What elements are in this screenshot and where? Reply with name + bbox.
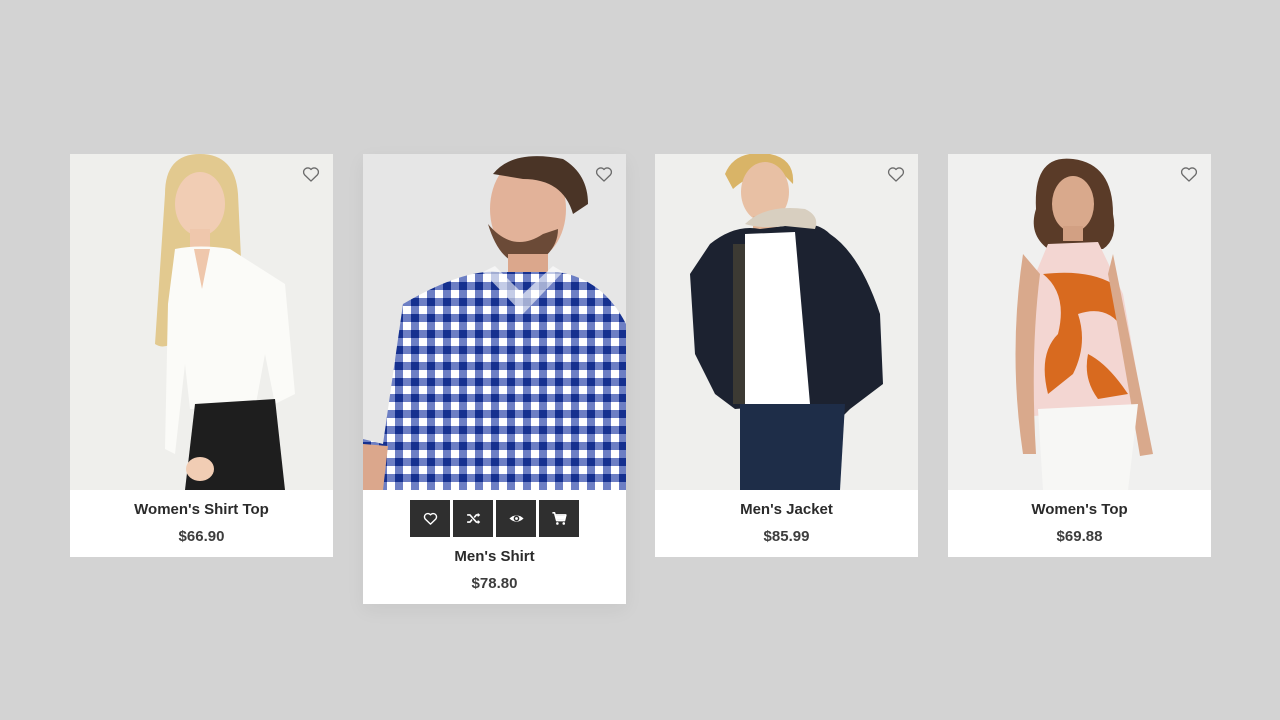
product-image[interactable]: [948, 154, 1211, 490]
product-card[interactable]: Men's Jacket $85.99: [655, 154, 918, 557]
product-name[interactable]: Women's Shirt Top: [70, 500, 333, 519]
product-price: $78.80: [471, 575, 518, 592]
heart-outline-icon: [887, 167, 905, 182]
product-card[interactable]: Women's Shirt Top $66.90: [70, 154, 333, 557]
product-card[interactable]: Women's Top $69.88: [948, 154, 1211, 557]
product-name[interactable]: Men's Shirt: [363, 547, 626, 566]
add-to-cart-button[interactable]: [539, 500, 579, 537]
add-to-wishlist-button[interactable]: [410, 500, 450, 537]
product-photo: [363, 154, 626, 490]
heart-icon: [423, 512, 437, 525]
product-image[interactable]: [363, 154, 626, 490]
wishlist-button[interactable]: [594, 164, 614, 184]
quick-view-button[interactable]: [496, 500, 536, 537]
product-photo: [948, 154, 1211, 490]
cart-icon: [551, 512, 567, 525]
product-actions: [363, 500, 626, 537]
heart-outline-icon: [595, 167, 613, 182]
product-card[interactable]: Men's Shirt $78.80: [363, 154, 626, 604]
product-image[interactable]: [70, 154, 333, 490]
product-price: $66.90: [178, 528, 225, 545]
product-photo: [70, 154, 333, 490]
product-price: $85.99: [763, 528, 810, 545]
shuffle-icon: [466, 512, 480, 525]
wishlist-button[interactable]: [886, 164, 906, 184]
product-price: $69.88: [1056, 528, 1103, 545]
compare-button[interactable]: [453, 500, 493, 537]
product-photo: [655, 154, 918, 490]
product-info: Men's Jacket $85.99: [655, 490, 918, 557]
product-image[interactable]: [655, 154, 918, 490]
heart-outline-icon: [1180, 167, 1198, 182]
product-grid: Women's Shirt Top $66.90 Men's Shirt $78…: [0, 0, 1280, 720]
wishlist-button[interactable]: [1179, 164, 1199, 184]
product-info: Women's Top $69.88: [948, 490, 1211, 557]
product-info: Men's Shirt $78.80: [363, 490, 626, 604]
wishlist-button[interactable]: [301, 164, 321, 184]
eye-icon: [508, 515, 524, 522]
product-info: Women's Shirt Top $66.90: [70, 490, 333, 557]
product-name[interactable]: Men's Jacket: [655, 500, 918, 519]
heart-outline-icon: [302, 167, 320, 182]
product-name[interactable]: Women's Top: [948, 500, 1211, 519]
